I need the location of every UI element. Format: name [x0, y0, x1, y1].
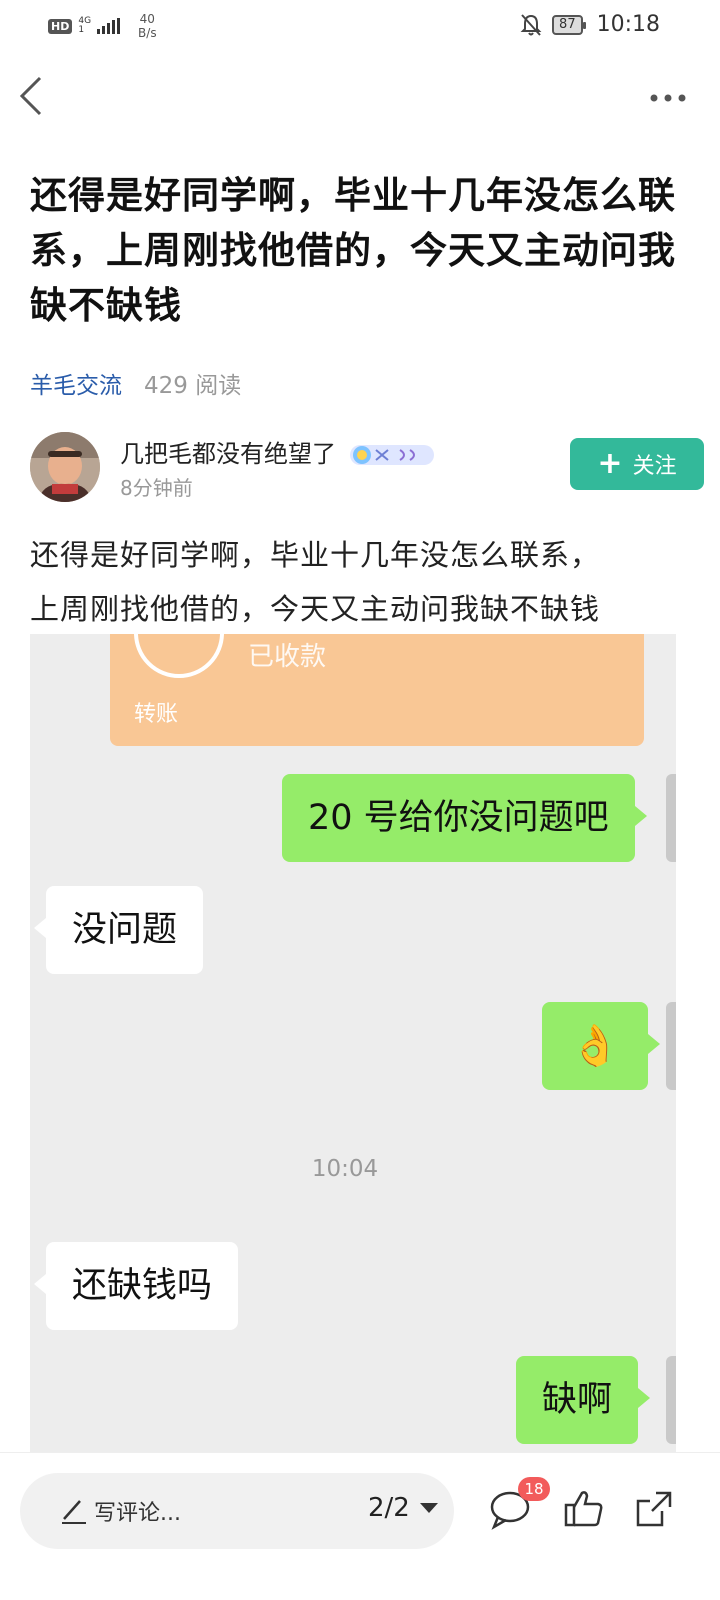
- status-right: 87 10:18: [520, 12, 660, 37]
- decoration-badge-icon: [349, 445, 434, 465]
- chat-bubble-them: 还缺钱吗: [33, 1242, 239, 1330]
- post-meta: 羊毛交流 429 阅读: [30, 366, 241, 400]
- read-count: 429 阅读: [144, 373, 242, 399]
- author-row: 几把毛都没有绝望了 8分钟前 + 关注: [30, 432, 704, 504]
- transfer-check-icon: [134, 634, 224, 678]
- network-type: 4G 1: [78, 17, 91, 35]
- post-body-line: 还得是好同学啊，毕业十几年没怎么联系，: [30, 538, 601, 572]
- author-name: 几把毛都没有绝望了: [120, 440, 336, 468]
- comment-input[interactable]: 写评论... 2/2: [20, 1473, 454, 1549]
- more-horizontal-icon: [650, 94, 686, 102]
- more-button[interactable]: [646, 78, 696, 118]
- post-title: 还得是好同学啊，毕业十几年没怎么联系，上周刚找他借的，今天又主动问我缺不缺钱: [30, 174, 676, 327]
- post-body-line: 上周刚找他借的，今天又主动问我缺不缺钱: [30, 592, 601, 626]
- chat-screenshot[interactable]: 已收款 转账 20 号给你没问题吧 没问题 👌 10:04 还缺钱吗 缺啊: [30, 634, 676, 1452]
- avatar-image: [30, 432, 100, 502]
- avatar[interactable]: [30, 432, 100, 502]
- transfer-status: 已收款: [248, 642, 327, 672]
- speed-value: 40: [139, 12, 155, 26]
- chat-timestamp: 10:04: [311, 1156, 379, 1182]
- chat-bubble-me: 20 号给你没问题吧: [282, 774, 647, 862]
- bottom-bar: 写评论... 2/2 18: [0, 1452, 720, 1600]
- thumbs-up-icon: [564, 1491, 603, 1527]
- my-avatar: [666, 774, 676, 862]
- network-speed: 40 B/s: [138, 12, 157, 40]
- comment-count-badge: 18: [518, 1477, 550, 1501]
- mute-bell-icon: [520, 13, 542, 36]
- caret-down-icon: [419, 1503, 438, 1513]
- chevron-left-icon: [19, 76, 42, 116]
- my-avatar: [666, 1002, 676, 1090]
- ok-hand-icon: 👌: [570, 1023, 620, 1069]
- status-left: HD 4G 1 40 B/s: [48, 12, 157, 40]
- plus-icon: +: [597, 446, 623, 481]
- pencil-icon: [62, 1500, 86, 1524]
- signal-icon: [97, 18, 121, 34]
- clock: 10:18: [596, 12, 660, 37]
- share-button[interactable]: [632, 1487, 676, 1531]
- my-avatar: [666, 1356, 676, 1444]
- follow-label: 关注: [632, 454, 677, 479]
- back-button[interactable]: [16, 74, 56, 118]
- chat-bubble-me: 缺啊: [516, 1356, 651, 1444]
- follow-button[interactable]: + 关注: [570, 438, 704, 490]
- comment-placeholder: 写评论...: [94, 1501, 181, 1526]
- page-selector[interactable]: 2/2: [368, 1493, 438, 1523]
- network-sub: 1: [78, 25, 85, 35]
- hd-badge: HD: [48, 18, 73, 34]
- speed-unit: B/s: [138, 26, 157, 40]
- transfer-label: 转账: [134, 702, 179, 727]
- category-link[interactable]: 羊毛交流: [30, 366, 122, 400]
- post-time: 8分钟前: [120, 476, 193, 500]
- chat-bubble-me: 👌: [542, 1002, 660, 1090]
- transfer-card: 已收款 转账: [110, 634, 644, 746]
- top-nav: [0, 62, 720, 132]
- status-bar: HD 4G 1 40 B/s 87 10:18: [0, 0, 720, 50]
- share-icon: [636, 1491, 672, 1527]
- page-indicator: 2/2: [368, 1493, 410, 1523]
- post-body: 还得是好同学啊，毕业十几年没怎么联系， 上周刚找他借的，今天又主动问我缺不缺钱: [30, 528, 690, 636]
- chat-bubble-them: 没问题: [33, 886, 204, 974]
- author-name-row[interactable]: 几把毛都没有绝望了: [120, 434, 436, 469]
- like-button[interactable]: [562, 1487, 606, 1531]
- battery-icon: 87: [552, 14, 586, 35]
